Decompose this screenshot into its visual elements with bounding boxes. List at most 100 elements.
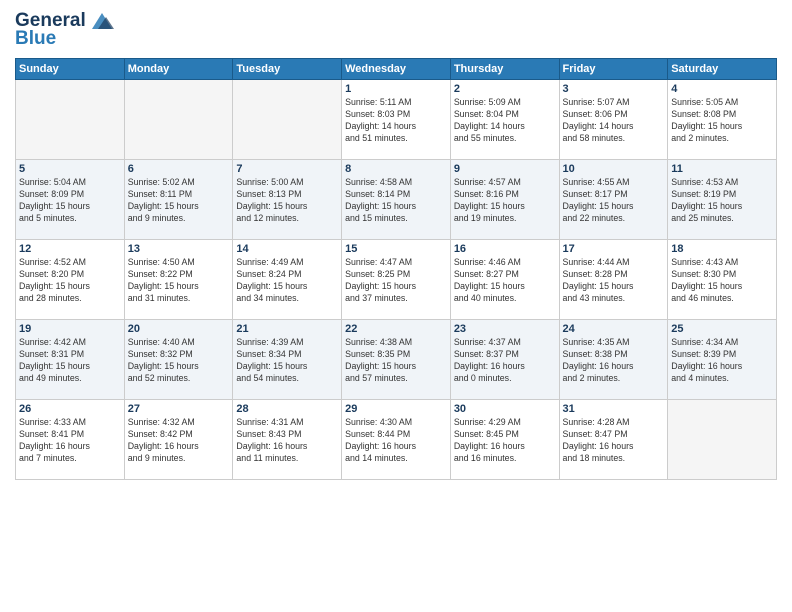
day-cell-20: 20 Sunrise: 4:40 AM Sunset: 8:32 PM Dayli…: [124, 320, 233, 400]
header: General Blue: [15, 10, 777, 50]
day-cell-27: 27Sunrise: 4:32 AM Sunset: 8:42 PM Dayli…: [124, 400, 233, 480]
day-info: Sunrise: 4:55 AM Sunset: 8:17 PM Dayligh…: [563, 177, 665, 225]
day-cell-24: 24 Sunrise: 4:35 AM Sunset: 8:38 PM Dayli…: [559, 320, 668, 400]
weekday-header-sunday: Sunday: [16, 59, 125, 80]
day-info: Sunrise: 4:35 AM Sunset: 8:38 PM Dayligh…: [563, 337, 665, 385]
day-cell-4: 4 Sunrise: 5:05 AM Sunset: 8:08 PM Daylig…: [668, 80, 777, 160]
day-number: 23: [454, 323, 556, 335]
day-info: Sunrise: 4:57 AM Sunset: 8:16 PM Dayligh…: [454, 177, 556, 225]
day-number: 21: [236, 323, 338, 335]
day-info: Sunrise: 4:42 AM Sunset: 8:31 PM Dayligh…: [19, 337, 121, 385]
week-row-3: 12 Sunrise: 4:52 AM Sunset: 8:20 PM Dayli…: [16, 240, 777, 320]
day-number: 24: [563, 323, 665, 335]
day-number: 8: [345, 163, 447, 175]
day-number: 12: [19, 243, 121, 255]
day-info: Sunrise: 4:39 AM Sunset: 8:34 PM Dayligh…: [236, 337, 338, 385]
day-number: 5: [19, 163, 121, 175]
day-number: 22: [345, 323, 447, 335]
day-cell-15: 15Sunrise: 4:47 AM Sunset: 8:25 PM Dayli…: [342, 240, 451, 320]
day-number: 31: [563, 403, 665, 415]
weekday-header-row: SundayMondayTuesdayWednesdayThursdayFrid…: [16, 59, 777, 80]
day-number: 26: [19, 403, 121, 415]
day-cell-10: 10 Sunrise: 4:55 AM Sunset: 8:17 PM Dayli…: [559, 160, 668, 240]
day-cell-16: 16Sunrise: 4:46 AM Sunset: 8:27 PM Dayli…: [450, 240, 559, 320]
day-number: 6: [128, 163, 230, 175]
day-cell-9: 9 Sunrise: 4:57 AM Sunset: 8:16 PM Daylig…: [450, 160, 559, 240]
day-cell-30: 30Sunrise: 4:29 AM Sunset: 8:45 PM Dayli…: [450, 400, 559, 480]
day-info: Sunrise: 4:30 AM Sunset: 8:44 PM Dayligh…: [345, 417, 447, 465]
day-cell-6: 6 Sunrise: 5:02 AM Sunset: 8:11 PM Daylig…: [124, 160, 233, 240]
day-info: Sunrise: 4:37 AM Sunset: 8:37 PM Dayligh…: [454, 337, 556, 385]
weekday-header-wednesday: Wednesday: [342, 59, 451, 80]
day-info: Sunrise: 4:44 AM Sunset: 8:28 PM Dayligh…: [563, 257, 665, 305]
day-cell-19: 19 Sunrise: 4:42 AM Sunset: 8:31 PM Dayli…: [16, 320, 125, 400]
weekday-header-monday: Monday: [124, 59, 233, 80]
day-info: Sunrise: 5:09 AM Sunset: 8:04 PM Dayligh…: [454, 97, 556, 145]
empty-cell: [233, 80, 342, 160]
day-cell-5: 5 Sunrise: 5:04 AM Sunset: 8:09 PM Daylig…: [16, 160, 125, 240]
weekday-header-saturday: Saturday: [668, 59, 777, 80]
day-info: Sunrise: 5:07 AM Sunset: 8:06 PM Dayligh…: [563, 97, 665, 145]
day-number: 13: [128, 243, 230, 255]
day-number: 3: [563, 83, 665, 95]
day-number: 9: [454, 163, 556, 175]
day-info: Sunrise: 4:50 AM Sunset: 8:22 PM Dayligh…: [128, 257, 230, 305]
day-number: 7: [236, 163, 338, 175]
day-info: Sunrise: 4:31 AM Sunset: 8:43 PM Dayligh…: [236, 417, 338, 465]
day-number: 18: [671, 243, 773, 255]
empty-cell: [124, 80, 233, 160]
day-info: Sunrise: 4:38 AM Sunset: 8:35 PM Dayligh…: [345, 337, 447, 385]
day-cell-17: 17 Sunrise: 4:44 AM Sunset: 8:28 PM Dayli…: [559, 240, 668, 320]
empty-cell: [668, 400, 777, 480]
weekday-header-tuesday: Tuesday: [233, 59, 342, 80]
day-cell-14: 14 Sunrise: 4:49 AM Sunset: 8:24 PM Dayli…: [233, 240, 342, 320]
day-cell-11: 11 Sunrise: 4:53 AM Sunset: 8:19 PM Dayli…: [668, 160, 777, 240]
day-number: 10: [563, 163, 665, 175]
day-info: Sunrise: 4:58 AM Sunset: 8:14 PM Dayligh…: [345, 177, 447, 225]
day-cell-18: 18Sunrise: 4:43 AM Sunset: 8:30 PM Dayli…: [668, 240, 777, 320]
day-cell-2: 2 Sunrise: 5:09 AM Sunset: 8:04 PM Daylig…: [450, 80, 559, 160]
day-number: 4: [671, 83, 773, 95]
day-number: 2: [454, 83, 556, 95]
day-number: 28: [236, 403, 338, 415]
day-number: 1: [345, 83, 447, 95]
day-info: Sunrise: 4:40 AM Sunset: 8:32 PM Dayligh…: [128, 337, 230, 385]
day-cell-29: 29 Sunrise: 4:30 AM Sunset: 8:44 PM Dayli…: [342, 400, 451, 480]
day-cell-3: 3 Sunrise: 5:07 AM Sunset: 8:06 PM Daylig…: [559, 80, 668, 160]
day-number: 29: [345, 403, 447, 415]
day-cell-23: 23 Sunrise: 4:37 AM Sunset: 8:37 PM Dayli…: [450, 320, 559, 400]
day-number: 20: [128, 323, 230, 335]
weekday-header-friday: Friday: [559, 59, 668, 80]
day-cell-1: 1 Sunrise: 5:11 AM Sunset: 8:03 PM Daylig…: [342, 80, 451, 160]
day-cell-12: 12 Sunrise: 4:52 AM Sunset: 8:20 PM Dayli…: [16, 240, 125, 320]
week-row-5: 26 Sunrise: 4:33 AM Sunset: 8:41 PM Dayli…: [16, 400, 777, 480]
day-number: 19: [19, 323, 121, 335]
week-row-1: 1 Sunrise: 5:11 AM Sunset: 8:03 PM Daylig…: [16, 80, 777, 160]
day-info: Sunrise: 4:47 AM Sunset: 8:25 PM Dayligh…: [345, 257, 447, 305]
day-cell-7: 7Sunrise: 5:00 AM Sunset: 8:13 PM Daylig…: [233, 160, 342, 240]
day-info: Sunrise: 4:29 AM Sunset: 8:45 PM Dayligh…: [454, 417, 556, 465]
day-number: 25: [671, 323, 773, 335]
day-number: 14: [236, 243, 338, 255]
day-info: Sunrise: 4:53 AM Sunset: 8:19 PM Dayligh…: [671, 177, 773, 225]
week-row-4: 19 Sunrise: 4:42 AM Sunset: 8:31 PM Dayli…: [16, 320, 777, 400]
day-number: 27: [128, 403, 230, 415]
week-row-2: 5 Sunrise: 5:04 AM Sunset: 8:09 PM Daylig…: [16, 160, 777, 240]
day-number: 11: [671, 163, 773, 175]
day-cell-26: 26 Sunrise: 4:33 AM Sunset: 8:41 PM Dayli…: [16, 400, 125, 480]
day-info: Sunrise: 4:33 AM Sunset: 8:41 PM Dayligh…: [19, 417, 121, 465]
day-cell-22: 22 Sunrise: 4:38 AM Sunset: 8:35 PM Dayli…: [342, 320, 451, 400]
day-cell-21: 21 Sunrise: 4:39 AM Sunset: 8:34 PM Dayli…: [233, 320, 342, 400]
logo-icon: [88, 11, 116, 31]
day-cell-13: 13 Sunrise: 4:50 AM Sunset: 8:22 PM Dayli…: [124, 240, 233, 320]
day-info: Sunrise: 4:49 AM Sunset: 8:24 PM Dayligh…: [236, 257, 338, 305]
logo-blue: Blue: [15, 28, 56, 50]
day-info: Sunrise: 5:02 AM Sunset: 8:11 PM Dayligh…: [128, 177, 230, 225]
day-info: Sunrise: 5:04 AM Sunset: 8:09 PM Dayligh…: [19, 177, 121, 225]
day-info: Sunrise: 4:34 AM Sunset: 8:39 PM Dayligh…: [671, 337, 773, 385]
day-info: Sunrise: 4:46 AM Sunset: 8:27 PM Dayligh…: [454, 257, 556, 305]
day-info: Sunrise: 5:05 AM Sunset: 8:08 PM Dayligh…: [671, 97, 773, 145]
day-info: Sunrise: 4:52 AM Sunset: 8:20 PM Dayligh…: [19, 257, 121, 305]
day-number: 17: [563, 243, 665, 255]
day-info: Sunrise: 5:11 AM Sunset: 8:03 PM Dayligh…: [345, 97, 447, 145]
